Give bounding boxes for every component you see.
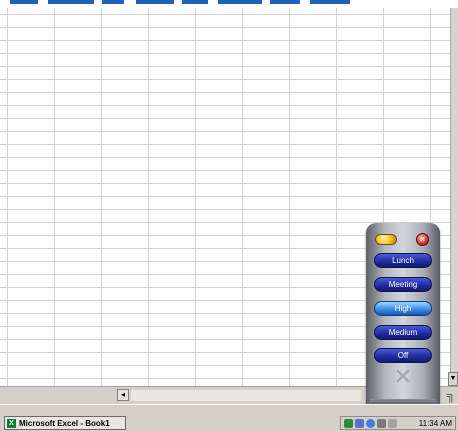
resize-grip[interactable]: ╗ bbox=[444, 387, 458, 404]
clock[interactable]: 11:34 AM bbox=[419, 419, 455, 428]
status-button-high[interactable]: High bbox=[374, 301, 432, 316]
status-button-off[interactable]: Off bbox=[374, 348, 432, 363]
network-icon[interactable] bbox=[344, 418, 353, 428]
toolbar-strip bbox=[0, 0, 458, 8]
printer-icon[interactable] bbox=[388, 418, 397, 428]
status-button-medium[interactable]: Medium bbox=[374, 325, 432, 340]
taskbar-button-excel[interactable]: X Microsoft Excel - Book1 bbox=[4, 416, 126, 430]
status-remote-widget: × Lunch Meeting High Medium Off ✕ bbox=[366, 223, 440, 409]
excel-icon: X bbox=[7, 418, 16, 428]
status-button-lunch[interactable]: Lunch bbox=[374, 253, 432, 268]
taskbar-button-label: Microsoft Excel - Book1 bbox=[19, 418, 110, 428]
close-icon[interactable]: × bbox=[416, 233, 429, 246]
speaker-grille-icon: ✕ bbox=[393, 364, 413, 389]
vertical-scrollbar[interactable] bbox=[450, 8, 458, 386]
horizontal-scrollbar[interactable] bbox=[131, 390, 361, 401]
sheet-tabs-area[interactable] bbox=[0, 387, 115, 404]
power-indicator-button[interactable] bbox=[375, 234, 397, 245]
volume-icon[interactable] bbox=[355, 418, 364, 428]
taskbar: X Microsoft Excel - Book1 11:34 AM bbox=[0, 404, 458, 431]
scroll-down-icon[interactable]: ▼ bbox=[448, 372, 458, 386]
messenger-icon[interactable] bbox=[366, 418, 375, 428]
scroll-left-icon[interactable]: ◂ bbox=[117, 389, 129, 401]
system-tray: 11:34 AM bbox=[340, 416, 456, 430]
status-button-meeting[interactable]: Meeting bbox=[374, 277, 432, 292]
monitor-icon[interactable] bbox=[377, 418, 386, 428]
